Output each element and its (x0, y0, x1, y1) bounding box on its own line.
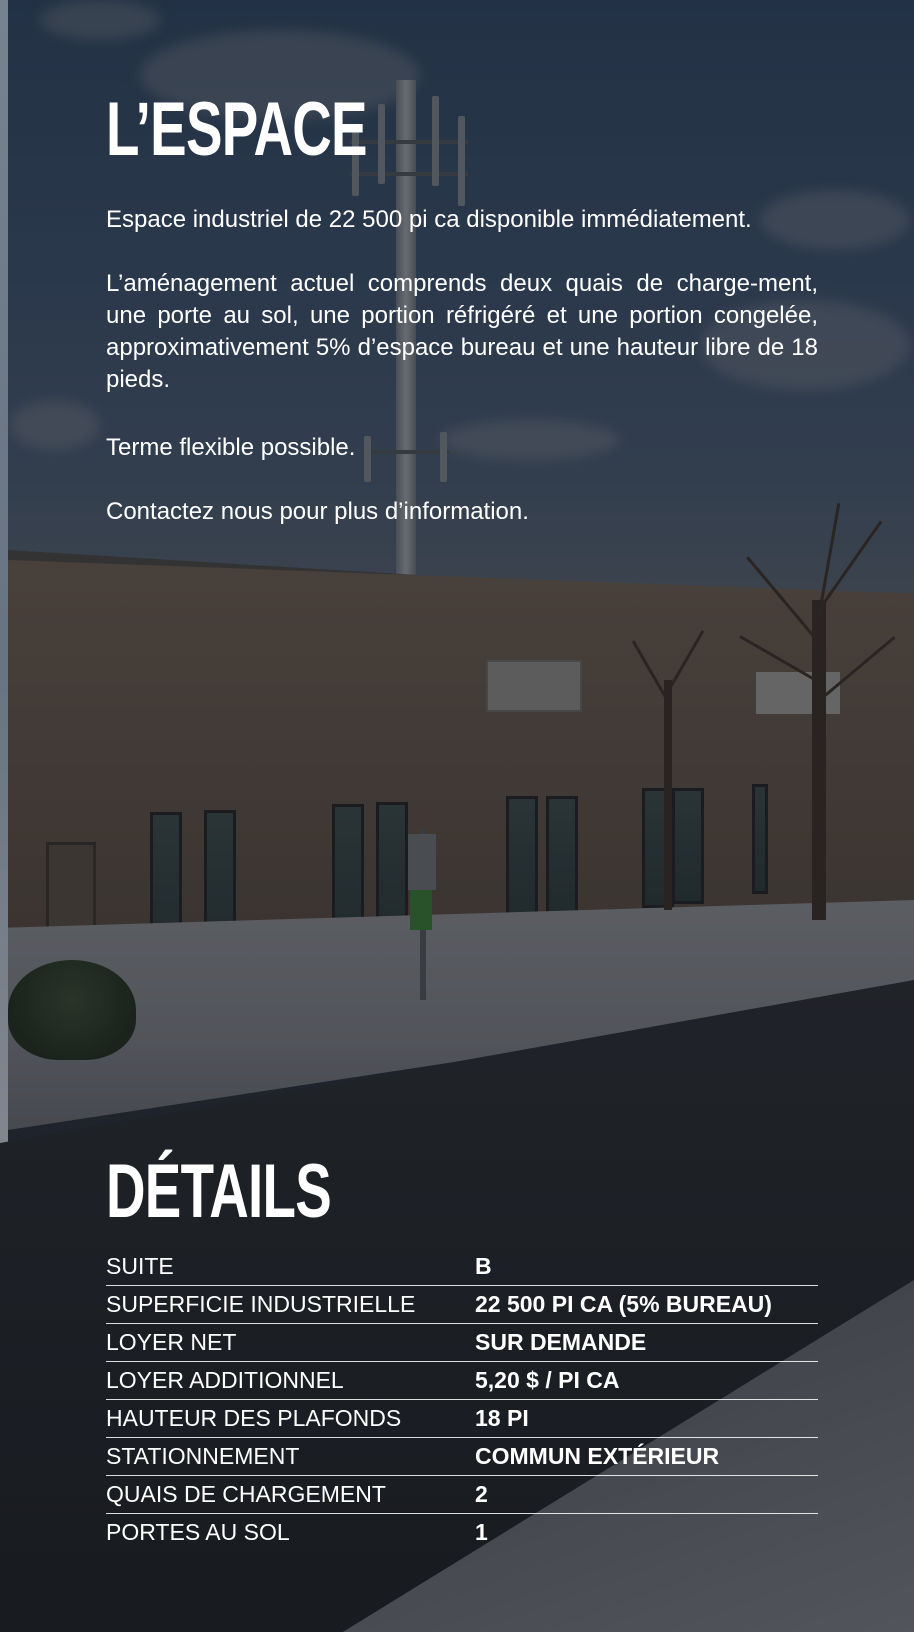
space-paragraph-term: Terme flexible possible. (106, 434, 356, 461)
detail-label-parking: STATIONNEMENT (106, 1443, 300, 1469)
detail-label-suite: SUITE (106, 1253, 174, 1279)
details-title: DÉTAILS (106, 1149, 332, 1234)
detail-value-parking: COMMUN EXTÉRIEUR (475, 1443, 720, 1469)
detail-label-ceiling-height: HAUTEUR DES PLAFONDS (106, 1405, 402, 1431)
table-row: LOYER ADDITIONNEL 5,20 $ / PI CA (106, 1362, 818, 1400)
detail-value-suite: B (475, 1253, 492, 1279)
detail-label-industrial-area: SUPERFICIE INDUSTRIELLE (106, 1291, 416, 1317)
detail-value-loading-docks: 2 (475, 1481, 488, 1507)
detail-label-ground-doors: PORTES AU SOL (106, 1519, 290, 1545)
space-title: L’ESPACE (106, 87, 368, 172)
detail-value-additional-rent: 5,20 $ / PI CA (475, 1367, 620, 1393)
table-row: STATIONNEMENT COMMUN EXTÉRIEUR (106, 1438, 818, 1476)
table-row: SUPERFICIE INDUSTRIELLE 22 500 PI CA (5%… (106, 1286, 818, 1324)
detail-value-industrial-area: 22 500 PI CA (5% BUREAU) (475, 1291, 772, 1317)
table-row: SUITE B (106, 1248, 818, 1286)
details-table: SUITE B SUPERFICIE INDUSTRIELLE 22 500 P… (106, 1248, 818, 1551)
detail-value-ceiling-height: 18 PI (475, 1405, 529, 1431)
detail-value-net-rent: SUR DEMANDE (475, 1329, 647, 1355)
detail-label-net-rent: LOYER NET (106, 1329, 237, 1355)
table-row: QUAIS DE CHARGEMENT 2 (106, 1476, 818, 1514)
detail-label-loading-docks: QUAIS DE CHARGEMENT (106, 1481, 386, 1507)
space-paragraph-contact: Contactez nous pour plus d’information. (106, 498, 529, 525)
table-row: HAUTEUR DES PLAFONDS 18 PI (106, 1400, 818, 1438)
space-paragraph-availability: Espace industriel de 22 500 pi ca dispon… (106, 206, 752, 233)
detail-label-additional-rent: LOYER ADDITIONNEL (106, 1367, 344, 1393)
table-row: LOYER NET SUR DEMANDE (106, 1324, 818, 1362)
table-row: PORTES AU SOL 1 (106, 1514, 818, 1552)
property-page: L’ESPACE Espace industriel de 22 500 pi … (0, 0, 914, 1632)
space-paragraph-layout: L’aménagement actuel comprends deux quai… (106, 270, 818, 393)
detail-value-ground-doors: 1 (475, 1519, 488, 1545)
